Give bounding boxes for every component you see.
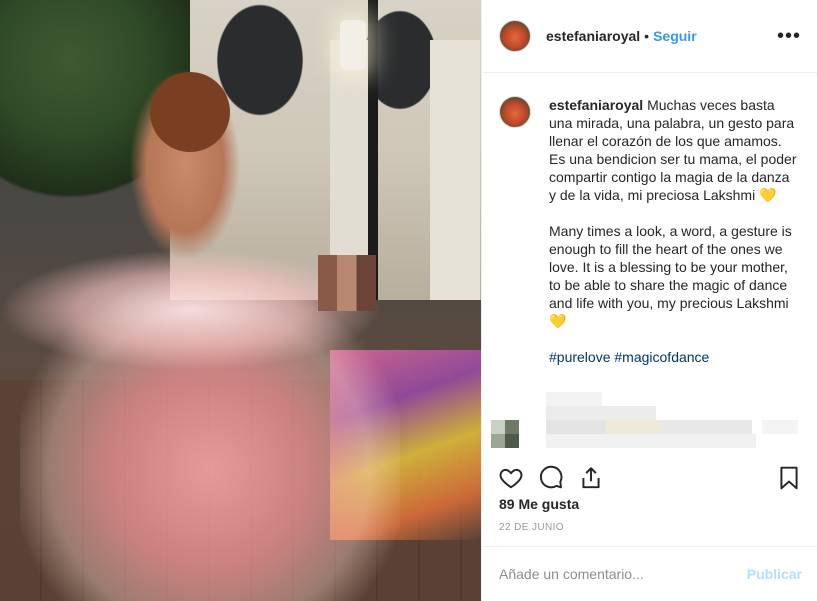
post-date[interactable]: 22 DE JUNIO bbox=[499, 522, 564, 533]
pixel-tile bbox=[546, 392, 602, 406]
caption-username[interactable]: estefaniaroyal bbox=[549, 97, 643, 113]
pixel-tile bbox=[505, 434, 519, 448]
avatar[interactable] bbox=[499, 20, 531, 52]
publish-button[interactable]: Publicar bbox=[747, 566, 802, 582]
share-icon[interactable] bbox=[578, 465, 604, 491]
comment-icon[interactable] bbox=[538, 465, 564, 491]
separator-dot: • bbox=[644, 28, 650, 44]
yellow-heart-icon: 💛 bbox=[759, 187, 777, 203]
header-username[interactable]: estefaniaroyal bbox=[546, 28, 640, 44]
pixel-tile bbox=[606, 420, 662, 434]
background-pillar bbox=[430, 40, 480, 300]
caption: estefaniaroyal Muchas veces basta una mi… bbox=[549, 96, 799, 384]
pixel-tile bbox=[546, 406, 656, 420]
pixelated-face bbox=[318, 255, 376, 311]
pixelated-comment-preview bbox=[482, 392, 817, 448]
pixel-tile bbox=[491, 420, 505, 434]
post-photo[interactable] bbox=[0, 0, 481, 601]
street-lamp bbox=[340, 20, 366, 70]
add-comment-bar: Publicar bbox=[482, 546, 817, 601]
yellow-heart-icon: 💛 bbox=[549, 313, 567, 329]
hashtag-link[interactable]: #magicofdance bbox=[614, 349, 709, 365]
caption-text: Many times a look, a word, a gesture is … bbox=[549, 223, 792, 311]
post-side-panel: estefaniaroyal • Seguir ••• estefaniaroy… bbox=[481, 0, 817, 601]
caption-row: estefaniaroyal Muchas veces basta una mi… bbox=[499, 96, 802, 384]
caption-paragraph-en: Many times a look, a word, a gesture is … bbox=[549, 222, 799, 330]
hashtag-link[interactable]: #purelove bbox=[549, 349, 611, 365]
post-header: estefaniaroyal • Seguir ••• bbox=[482, 0, 817, 73]
avatar[interactable] bbox=[499, 96, 531, 128]
comment-input[interactable] bbox=[499, 566, 747, 582]
pixel-tile bbox=[505, 420, 519, 434]
heart-icon[interactable] bbox=[498, 465, 524, 491]
bookmark-icon[interactable] bbox=[776, 465, 802, 491]
pixel-tile bbox=[546, 420, 606, 434]
pixel-tile bbox=[491, 434, 505, 448]
hashtags: #purelove #magicofdance bbox=[549, 348, 799, 366]
action-bar bbox=[482, 458, 817, 498]
follow-button[interactable]: Seguir bbox=[653, 28, 697, 44]
pixel-tile bbox=[762, 420, 798, 434]
pixel-tile bbox=[662, 420, 752, 434]
pixel-tile bbox=[546, 434, 756, 448]
more-horizontal-icon[interactable]: ••• bbox=[777, 26, 801, 46]
dancer-hair bbox=[150, 72, 230, 152]
caption-paragraph-es: estefaniaroyal Muchas veces basta una mi… bbox=[549, 96, 799, 204]
likes-count[interactable]: 89 Me gusta bbox=[499, 496, 579, 512]
